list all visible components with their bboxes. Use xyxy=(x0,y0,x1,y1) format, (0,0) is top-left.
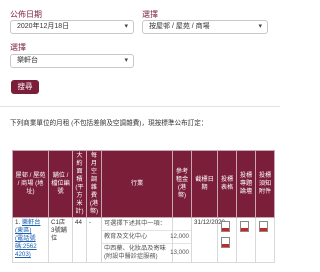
cell-trade: 可選擇下述其中一項： 教育及文化中心 中西藥、化妝品及寄味 (附設中醫診症服務) xyxy=(101,217,173,263)
estate-link[interactable]: 樂軒台 xyxy=(22,219,41,226)
date-label: 公佈日期 xyxy=(10,10,42,19)
header-rent: 參考租金 (港幣) xyxy=(172,150,192,218)
header-forum: 投標專題論壇 xyxy=(236,150,256,218)
date-select-value: 2020年12月18日 xyxy=(17,23,70,30)
estate-select-value: 樂軒台 xyxy=(17,57,38,64)
table-header-row: 屋邨 / 屋苑 / 商場 (地址) 舖位 / 檔位編號 大約面積 (平方米計) … xyxy=(12,150,275,218)
header-closing: 截標日期 xyxy=(191,150,218,218)
caret-down-icon: ▾ xyxy=(124,57,128,64)
pdf-icon[interactable] xyxy=(221,237,230,248)
row-number: 1. xyxy=(15,219,21,226)
caret-down-icon: ▾ xyxy=(258,23,262,30)
estate-select[interactable]: 樂軒台 ▾ xyxy=(10,54,134,68)
trade-item: 中西藥、化妝品及寄味 (附設中醫診症服務) xyxy=(104,245,166,260)
trade-item: 可選擇下述其中一項： xyxy=(102,218,172,231)
pdf-icon[interactable] xyxy=(259,221,268,232)
cell-unit: C1店 3號舖位 xyxy=(48,217,73,263)
district-label: 選擇 xyxy=(142,10,158,19)
search-button[interactable]: 搜尋 xyxy=(11,80,39,94)
tender-table: 屋邨 / 屋苑 / 商場 (地址) 舖位 / 檔位編號 大約面積 (平方米計) … xyxy=(12,150,275,263)
trade-item: 教育及文化中心 xyxy=(102,231,172,244)
estate-district[interactable]: (東區) xyxy=(15,227,32,234)
table-row: 1. 樂軒台 (東區) (電話號碼:2562 4203) C1店 3號舖位 44… xyxy=(12,217,275,263)
header-form: 投標表格 xyxy=(217,150,237,218)
header-area: 大約面積 (平方米計) xyxy=(72,150,87,218)
cell-area: 44 xyxy=(72,217,87,263)
district-select-value: 按屋邨 / 屋苑 / 商場 xyxy=(149,23,210,30)
estate-phone[interactable]: (電話號碼:2562 4203) xyxy=(15,235,37,258)
divider xyxy=(0,106,280,107)
caret-down-icon: ▾ xyxy=(124,23,128,30)
pdf-icon[interactable] xyxy=(221,221,230,232)
district-select[interactable]: 按屋邨 / 屋苑 / 商場 ▾ xyxy=(142,20,268,34)
header-unit: 舖位 / 檔位編號 xyxy=(48,150,73,218)
pdf-icon[interactable] xyxy=(240,221,249,232)
date-select[interactable]: 2020年12月18日 ▾ xyxy=(10,20,134,34)
header-trade: 行業 xyxy=(101,150,173,218)
cell-aircon: - xyxy=(86,217,102,263)
cell-closing-date: 31/12/2020 xyxy=(191,217,225,263)
cell-form xyxy=(217,217,237,263)
rent-item xyxy=(173,218,191,231)
header-estate: 屋邨 / 屋苑 / 商場 (地址) xyxy=(12,150,49,218)
cell-notes xyxy=(255,217,275,263)
cell-forum xyxy=(236,217,256,263)
description-text: 下列商業單位的月租 (不包括差餉及空調雜費)，現按標準公布訂定： xyxy=(10,120,208,127)
cell-rent: 12,000 13,000 xyxy=(170,217,192,263)
cell-estate: 1. 樂軒台 (東區) (電話號碼:2562 4203) xyxy=(12,217,49,263)
estate-label: 選擇 xyxy=(10,43,26,52)
rent-item: 13,000 xyxy=(170,248,189,256)
header-notes: 投標須知附件 xyxy=(255,150,275,218)
rent-item: 12,000 xyxy=(170,231,191,244)
header-aircon: 每月空調雜費 (港幣) xyxy=(86,150,102,218)
